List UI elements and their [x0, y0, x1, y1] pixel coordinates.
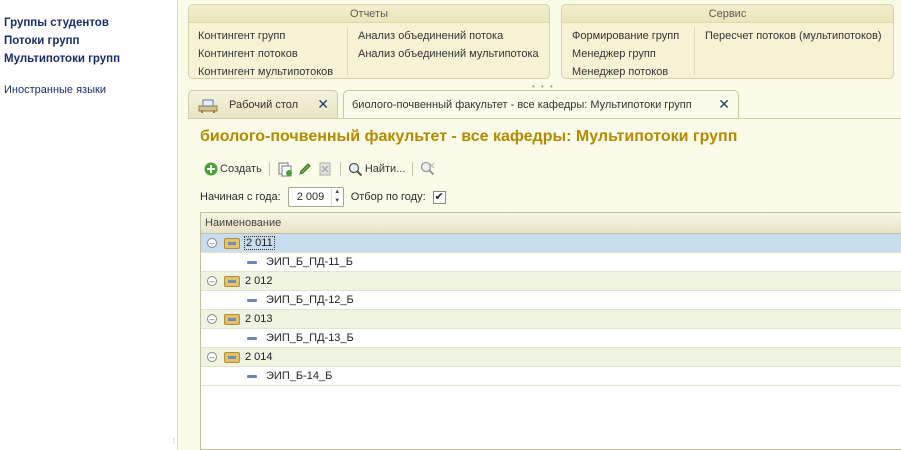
create-button-label: Создать [220, 163, 262, 175]
column-header-name[interactable]: Наименование [201, 213, 901, 234]
start-year-input[interactable]: 2 009 ▲ ▼ [287, 187, 344, 207]
collapse-icon[interactable]: – [207, 314, 217, 324]
group-label: 2 011 [244, 236, 275, 250]
table-row[interactable]: ЭИП_Б-14_Б [201, 367, 901, 386]
sidebar-item-foreign-languages[interactable]: Иностранные языки [4, 82, 177, 98]
collapse-icon[interactable]: – [207, 352, 217, 362]
tab-multistreams[interactable]: биолого-почвенный факультет - все кафедр… [343, 90, 739, 119]
reports-panel-title: Отчеты [189, 5, 549, 23]
service-link-group-manager[interactable]: Менеджер групп [572, 45, 679, 63]
service-link-group-forming[interactable]: Формирование групп [572, 27, 679, 45]
folder-icon [224, 275, 240, 287]
item-icon [247, 260, 257, 264]
tab-bar: Рабочий стол ✕ биолого-почвенный факульт… [188, 90, 901, 119]
spin-down-icon[interactable]: ▼ [332, 197, 343, 206]
folder-icon [224, 351, 240, 363]
start-year-label: Начиная с года: [200, 191, 281, 203]
service-panel-title: Сервис [562, 5, 893, 23]
sidebar: Группы студентов Потоки групп Мультипото… [0, 0, 178, 450]
service-link-stream-manager[interactable]: Менеджер потоков [572, 63, 679, 81]
by-year-checkbox[interactable]: ✔ [432, 190, 446, 204]
filter-bar: Начиная с года: 2 009 ▲ ▼ Отбор по году:… [200, 186, 446, 208]
folder-icon [224, 237, 240, 249]
spin-buttons: ▲ ▼ [330, 188, 343, 206]
item-label: ЭИП_Б_ПД-11_Б [266, 256, 353, 268]
toolbar: Создать Найти... [202, 159, 438, 179]
service-col-2: Пересчет потоков (мультипотоков) [705, 27, 882, 45]
reports-col-2: Анализ объединений потока Анализ объедин… [358, 27, 539, 63]
item-label: ЭИП_Б_ПД-12_Б [266, 294, 354, 306]
sidebar-item-multistreams[interactable]: Мультипотоки групп [4, 50, 177, 68]
find-button[interactable]: Найти... [346, 159, 408, 179]
service-col-1: Формирование групп Менеджер групп Менедж… [572, 27, 679, 81]
item-icon [247, 336, 257, 340]
item-icon [247, 298, 257, 302]
report-link-group-contingent[interactable]: Контингент групп [198, 27, 333, 45]
multistream-tree-table: Наименование – 2 011 ЭИП_Б_ПД-11_Б – 2 0… [200, 212, 901, 450]
toolbar-separator [339, 162, 341, 176]
report-link-multistream-analysis[interactable]: Анализ объединений мультипотока [358, 45, 539, 63]
reports-panel: Отчеты Контингент групп Контингент поток… [188, 4, 550, 79]
by-year-label: Отбор по году: [350, 191, 426, 203]
cancel-search-icon [420, 161, 436, 177]
folder-icon [224, 313, 240, 325]
pencil-icon [297, 161, 313, 177]
form-content: биолого-почвенный факультет - все кафедр… [188, 119, 901, 450]
toolbar-separator [268, 162, 270, 176]
group-label: 2 012 [245, 275, 273, 287]
tab-multistreams-label: биолого-почвенный факультет - все кафедр… [352, 99, 692, 111]
create-button[interactable]: Создать [202, 159, 264, 179]
report-link-multistream-contingent[interactable]: Контингент мультипотоков [198, 63, 333, 81]
panel-divider [694, 27, 695, 75]
copy-button[interactable] [275, 159, 295, 179]
report-link-stream-contingent[interactable]: Контингент потоков [198, 45, 333, 63]
table-row[interactable]: ЭИП_Б_ПД-12_Б [201, 291, 901, 310]
table-row[interactable]: ЭИП_Б_ПД-11_Б [201, 253, 901, 272]
table-row[interactable]: – 2 012 [201, 272, 901, 291]
resize-grip-icon[interactable]: ⁞ [173, 437, 175, 446]
group-label: 2 014 [245, 351, 273, 363]
edit-button[interactable] [295, 159, 315, 179]
page-title: биолого-почвенный факультет - все кафедр… [200, 128, 738, 145]
collapse-icon[interactable]: – [207, 238, 217, 248]
plus-icon [204, 162, 218, 176]
sidebar-item-student-groups[interactable]: Группы студентов [4, 14, 177, 32]
desk-icon [197, 97, 219, 113]
item-icon [247, 374, 257, 378]
table-row[interactable]: – 2 013 [201, 310, 901, 329]
spin-up-icon[interactable]: ▲ [332, 188, 343, 197]
service-link-recalc-streams[interactable]: Пересчет потоков (мультипотоков) [705, 27, 882, 45]
close-icon[interactable]: ✕ [317, 97, 329, 111]
collapse-icon[interactable]: – [207, 276, 217, 286]
reports-col-1: Контингент групп Контингент потоков Конт… [198, 27, 333, 81]
panel-divider [347, 27, 348, 75]
delete-button[interactable] [315, 159, 335, 179]
item-label: ЭИП_Б-14_Б [266, 370, 333, 382]
service-panel: Сервис Формирование групп Менеджер групп… [561, 4, 894, 79]
search-icon [348, 162, 363, 177]
table-row[interactable]: – 2 014 [201, 348, 901, 367]
tab-desktop-label: Рабочий стол [229, 98, 299, 111]
sidebar-item-group-streams[interactable]: Потоки групп [4, 32, 177, 50]
find-button-label: Найти... [364, 163, 406, 175]
report-link-stream-analysis[interactable]: Анализ объединений потока [358, 27, 539, 45]
cancel-search-button[interactable] [418, 159, 438, 179]
table-row[interactable]: ЭИП_Б_ПД-13_Б [201, 329, 901, 348]
delete-icon [317, 161, 333, 177]
toolbar-separator [412, 162, 414, 176]
item-label: ЭИП_Б_ПД-13_Б [266, 332, 354, 344]
table-row[interactable]: – 2 011 [201, 234, 901, 253]
start-year-value: 2 009 [296, 191, 325, 203]
close-icon[interactable]: ✕ [718, 97, 730, 111]
copy-icon [277, 161, 293, 177]
group-label: 2 013 [245, 313, 273, 325]
tab-desktop[interactable]: Рабочий стол ✕ [188, 90, 338, 118]
